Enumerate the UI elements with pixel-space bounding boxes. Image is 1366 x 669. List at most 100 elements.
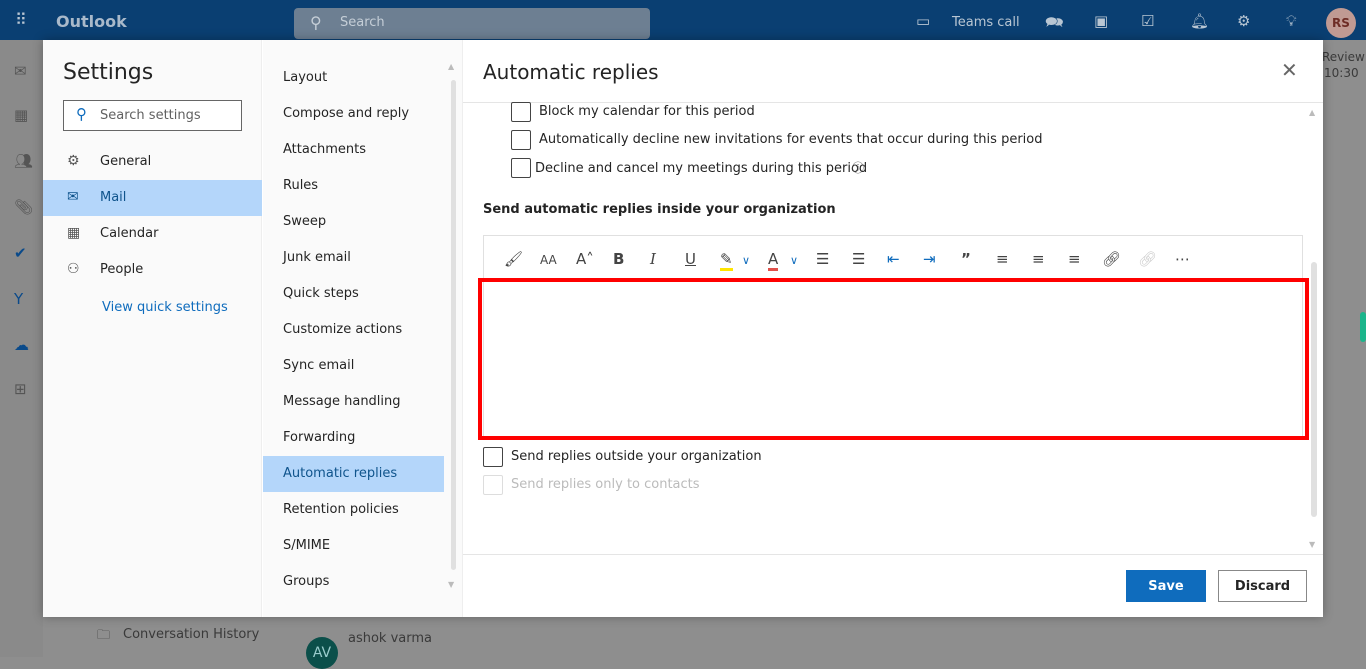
underline-icon[interactable]: U: [685, 250, 696, 268]
link-icon[interactable]: 🔗︎: [1102, 250, 1121, 268]
video-icon[interactable]: ▭: [916, 12, 930, 30]
app-name: Outlook: [56, 12, 127, 31]
info-icon[interactable]: ⓘ: [852, 159, 864, 176]
my-day-icon[interactable]: ☑: [1141, 12, 1154, 30]
divider: [463, 102, 1323, 103]
mail-settings-item[interactable]: Quick steps: [263, 276, 444, 312]
reminder-time: 10:30: [1324, 66, 1359, 80]
calendar-icon: ▦: [67, 225, 81, 241]
bell-icon[interactable]: 🔔︎: [1190, 12, 1209, 30]
close-icon[interactable]: ✕: [1281, 58, 1298, 82]
decline-meetings-checkbox[interactable]: [511, 158, 531, 178]
mail-settings-item[interactable]: Message handling: [263, 384, 444, 420]
block-calendar-checkbox[interactable]: [511, 102, 531, 122]
font-size-icon[interactable]: AA: [540, 253, 557, 267]
teams-call-button[interactable]: Teams call: [952, 15, 1020, 30]
inside-org-heading: Send automatic replies inside your organ…: [483, 202, 836, 217]
search-settings-input[interactable]: ⚲ Search settings: [63, 100, 242, 131]
avatar[interactable]: RS: [1326, 8, 1356, 38]
folder-conversation-history[interactable]: Conversation History: [123, 627, 259, 642]
mail-settings-item[interactable]: Rules: [263, 168, 444, 204]
bold-icon[interactable]: B: [613, 250, 624, 268]
format-painter-icon[interactable]: 🖌︎: [504, 250, 523, 268]
mail-settings-item[interactable]: Sweep: [263, 204, 444, 240]
attachment-icon[interactable]: 📎︎: [14, 198, 33, 216]
mail-settings-list: ▲ ▼ Layout Compose and reply Attachments Ru…: [263, 40, 463, 617]
mail-settings-item[interactable]: Automatic replies: [263, 456, 444, 492]
onenote-icon[interactable]: ▣: [1094, 12, 1108, 30]
search-box[interactable]: ⚲ Search: [294, 8, 650, 39]
search-placeholder: Search: [340, 15, 385, 30]
align-right-icon[interactable]: ≡: [1068, 250, 1081, 268]
align-center-icon[interactable]: ≡: [1032, 250, 1045, 268]
scrollbar[interactable]: [451, 80, 456, 570]
sender-avatar: AV: [306, 637, 338, 669]
reply-message-body-input[interactable]: [478, 278, 1309, 440]
yammer-icon[interactable]: Y: [14, 290, 23, 308]
top-bar: ⠿ Outlook ⚲ Search ▭ Teams call 🗪 ▣ ☑ 🔔︎ …: [0, 0, 1366, 40]
chevron-down-icon[interactable]: ∨: [790, 254, 798, 267]
gear-icon: ⚙: [67, 153, 80, 169]
increase-font-icon[interactable]: A˄: [576, 250, 594, 268]
mail-icon[interactable]: ✉: [14, 62, 27, 80]
save-button[interactable]: Save: [1126, 570, 1206, 602]
mail-settings-item[interactable]: Customize actions: [263, 312, 444, 348]
mail-icon: ✉: [67, 189, 79, 205]
send-outside-label: Send replies outside your organization: [511, 449, 762, 464]
mail-settings-item[interactable]: Compose and reply: [263, 96, 444, 132]
scroll-up-icon[interactable]: ▲: [448, 62, 454, 71]
message-sender[interactable]: ashok varma: [348, 631, 432, 646]
calendar-icon[interactable]: ▦: [14, 106, 28, 124]
mail-settings-item[interactable]: Attachments: [263, 132, 444, 168]
nav-label: Mail: [100, 190, 127, 205]
divider: [463, 554, 1323, 555]
folder-icon: 🗀: [97, 628, 111, 643]
nav-mail[interactable]: ✉ Mail: [43, 180, 262, 216]
font-color-icon[interactable]: A: [768, 250, 779, 271]
nav-label: People: [100, 262, 144, 277]
todo-icon[interactable]: ✔: [14, 244, 27, 262]
decline-invitations-checkbox[interactable]: [511, 130, 531, 150]
quote-icon[interactable]: ”: [961, 250, 971, 268]
increase-indent-icon[interactable]: ⇥: [923, 250, 936, 268]
numbering-icon[interactable]: ☰: [852, 250, 865, 268]
people-icon: ⚇: [67, 261, 80, 277]
onedrive-icon[interactable]: ☁: [14, 336, 29, 354]
search-icon: ⚲: [76, 105, 87, 123]
mail-settings-item[interactable]: Sync email: [263, 348, 444, 384]
scroll-up-icon[interactable]: ▲: [1309, 108, 1315, 117]
bullets-icon[interactable]: ☰: [816, 250, 829, 268]
highlight-icon[interactable]: ✎: [720, 250, 733, 271]
nav-people[interactable]: ⚇ People: [43, 252, 262, 288]
scroll-down-icon[interactable]: ▼: [448, 580, 454, 589]
discard-button[interactable]: Discard: [1218, 570, 1307, 602]
scrollbar[interactable]: [1311, 262, 1317, 517]
mail-settings-item[interactable]: Forwarding: [263, 420, 444, 456]
lightbulb-icon[interactable]: 💡︎: [1286, 12, 1297, 30]
mail-settings-item[interactable]: Groups: [263, 564, 444, 600]
mail-settings-item[interactable]: Junk email: [263, 240, 444, 276]
apps-icon[interactable]: ⊞: [14, 380, 27, 398]
align-left-icon[interactable]: ≡: [996, 250, 1009, 268]
mail-settings-item[interactable]: S/MIME: [263, 528, 444, 564]
chevron-down-icon[interactable]: ∨: [742, 254, 750, 267]
app-rail: ✉ ▦ 👥︎ 📎︎ ✔ Y ☁ ⊞: [0, 40, 43, 657]
italic-icon[interactable]: I: [650, 250, 656, 268]
decrease-indent-icon[interactable]: ⇤: [887, 250, 900, 268]
send-outside-checkbox[interactable]: [483, 447, 503, 467]
reminder-title: Review: [1322, 50, 1365, 64]
remove-link-icon: 🔗︎: [1138, 250, 1158, 268]
gear-icon[interactable]: ⚙: [1237, 12, 1250, 30]
scroll-down-icon[interactable]: ▼: [1309, 540, 1315, 549]
mail-settings-item[interactable]: Layout: [263, 60, 444, 96]
view-quick-settings-link[interactable]: View quick settings: [102, 300, 228, 315]
nav-calendar[interactable]: ▦ Calendar: [43, 216, 262, 252]
more-icon[interactable]: ⋯: [1175, 250, 1190, 268]
nav-general[interactable]: ⚙ General: [43, 144, 262, 180]
mail-settings-item[interactable]: Retention policies: [263, 492, 444, 528]
people-icon[interactable]: 👥︎: [14, 152, 33, 170]
app-launcher-icon[interactable]: ⠿: [15, 12, 27, 28]
side-tab[interactable]: [1360, 312, 1366, 342]
chat-icon[interactable]: 🗪: [1045, 12, 1064, 37]
settings-dialog: Settings ⚲ Search settings ⚙ General ✉ Mail…: [43, 40, 1323, 617]
